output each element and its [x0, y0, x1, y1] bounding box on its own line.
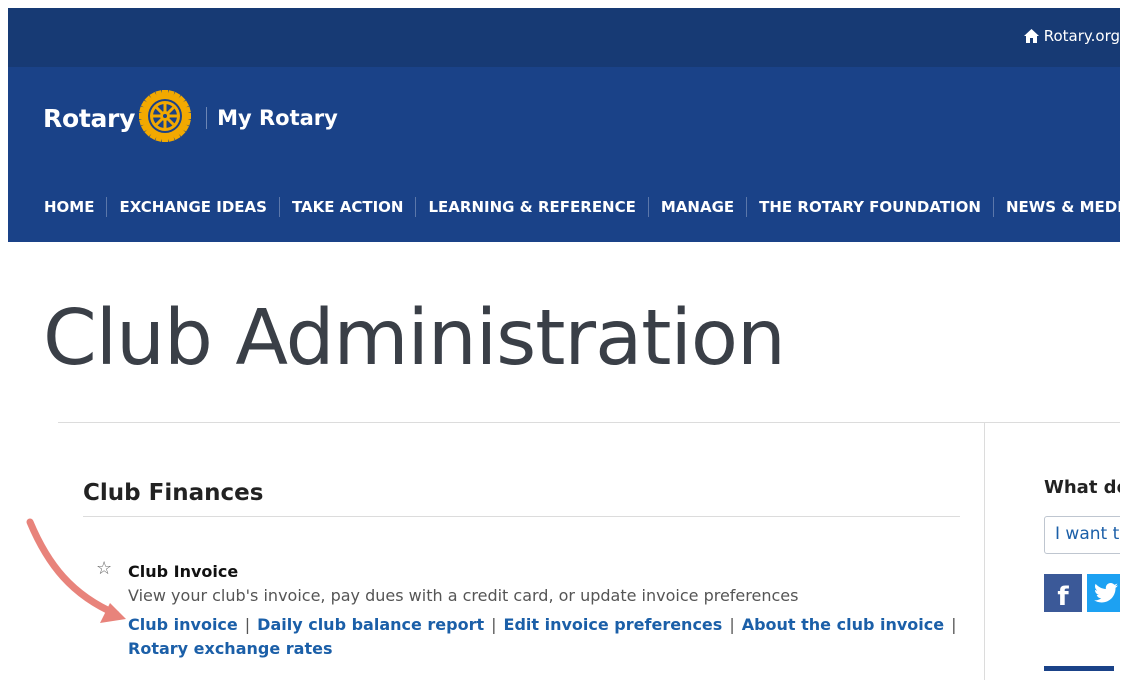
page-title: Club Administration [43, 294, 786, 383]
rotary-wheel-icon [138, 89, 192, 147]
club-invoice-title: Club Invoice [128, 562, 239, 581]
brand-subtitle: My Rotary [217, 106, 338, 130]
nav-manage[interactable]: MANAGE [647, 197, 746, 217]
sidebar-accent-bar [1044, 666, 1114, 671]
section-title: Club Finances [83, 480, 264, 506]
brand-name: Rotary [43, 103, 136, 133]
club-invoice-links: Club invoice | Daily club balance report | E… [128, 615, 964, 634]
link-separator: | [729, 615, 735, 634]
about-club-invoice-link[interactable]: About the club invoice [742, 615, 944, 634]
column-divider [984, 423, 985, 680]
link-separator: | [244, 615, 251, 634]
brand-logo[interactable]: Rotary My Rotary [43, 89, 338, 147]
daily-club-balance-report-link[interactable]: Daily club balance report [257, 615, 484, 634]
rotary-org-label: Rotary.org [1043, 27, 1120, 45]
nav-rotary-foundation[interactable]: THE ROTARY FOUNDATION [746, 197, 993, 217]
nav-news-media[interactable]: NEWS & MEDIA [992, 197, 1120, 217]
link-separator: | [491, 615, 497, 634]
edit-invoice-preferences-link[interactable]: Edit invoice preferences [504, 615, 723, 634]
nav-home[interactable]: HOME [8, 197, 106, 217]
sidebar-title: What do [1044, 477, 1120, 498]
facebook-icon[interactable]: f [1044, 574, 1082, 612]
club-invoice-link[interactable]: Club invoice [128, 615, 238, 634]
utility-bar: Rotary.org [8, 8, 1120, 67]
rotary-org-link[interactable]: Rotary.org [1023, 27, 1120, 45]
browser-page: Rotary.org Rotary My Rotary HOME EXCHANG… [8, 8, 1120, 680]
sidebar-dropdown[interactable]: I want t [1044, 516, 1120, 554]
main-nav: HOME EXCHANGE IDEAS TAKE ACTION LEARNING… [8, 197, 1120, 217]
nav-take-action[interactable]: TAKE ACTION [278, 197, 416, 217]
home-icon [1023, 29, 1039, 43]
link-separator: | [951, 615, 957, 634]
nav-learning-reference[interactable]: LEARNING & REFERENCE [415, 197, 647, 217]
section-divider [83, 516, 960, 517]
star-icon[interactable]: ☆ [96, 558, 112, 579]
rotary-exchange-rates-link[interactable]: Rotary exchange rates [128, 639, 332, 658]
club-invoice-links-row2: Rotary exchange rates [128, 639, 332, 658]
club-invoice-description: View your club's invoice, pay dues with … [128, 586, 799, 605]
twitter-icon[interactable] [1087, 574, 1120, 612]
brand-separator [206, 107, 208, 129]
main-content: Club Administration Club Finances ☆ Club… [8, 242, 1120, 680]
title-divider [58, 422, 1120, 423]
site-header: Rotary My Rotary HOME EXCHANGE IDEAS TAK… [8, 67, 1120, 242]
nav-exchange-ideas[interactable]: EXCHANGE IDEAS [106, 197, 278, 217]
